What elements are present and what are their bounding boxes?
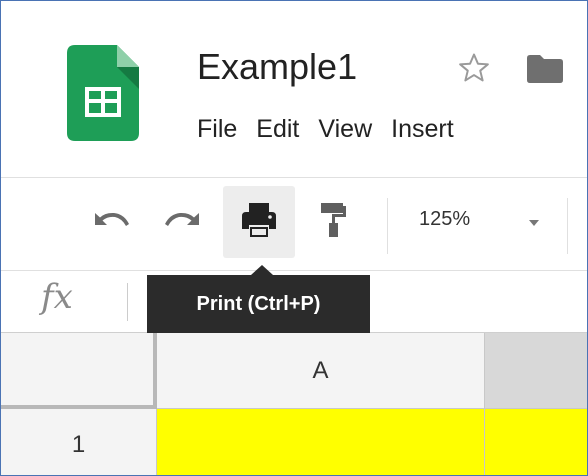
menu-item-edit[interactable]: Edit bbox=[256, 109, 299, 149]
tooltip-arrow bbox=[251, 265, 273, 275]
undo-icon bbox=[91, 205, 131, 240]
folder-icon[interactable] bbox=[527, 55, 563, 83]
dropdown-arrow-icon[interactable] bbox=[529, 220, 539, 226]
document-title[interactable]: Example1 bbox=[197, 45, 357, 89]
row-header-1[interactable]: 1 bbox=[1, 409, 157, 475]
menu-item-file[interactable]: File bbox=[197, 109, 237, 149]
menu-item-insert[interactable]: Insert bbox=[391, 109, 454, 149]
toolbar-separator bbox=[387, 198, 388, 254]
print-tooltip: Print (Ctrl+P) bbox=[147, 265, 370, 333]
paint-format-icon bbox=[318, 201, 348, 244]
zoom-select[interactable]: 125% bbox=[419, 208, 470, 231]
column-header-a[interactable]: A bbox=[157, 333, 485, 409]
app-window: Example1 File Edit View Insert 125% fx A… bbox=[0, 0, 588, 476]
star-icon[interactable] bbox=[457, 51, 491, 85]
menu-item-view[interactable]: View bbox=[318, 109, 372, 149]
toolbar: 125% bbox=[1, 178, 587, 270]
redo-icon bbox=[163, 205, 203, 240]
select-all-corner[interactable] bbox=[1, 333, 157, 409]
cell-b1[interactable] bbox=[485, 409, 587, 475]
sheets-logo-icon[interactable] bbox=[67, 45, 139, 141]
fx-icon: fx bbox=[41, 277, 73, 317]
paint-format-button[interactable] bbox=[297, 186, 369, 258]
print-button[interactable] bbox=[223, 186, 295, 258]
tooltip-text: Print (Ctrl+P) bbox=[147, 275, 370, 333]
redo-button[interactable] bbox=[147, 186, 219, 258]
print-icon bbox=[240, 201, 278, 244]
menu-bar: File Edit View Insert bbox=[197, 109, 473, 149]
formula-bar-separator bbox=[127, 283, 128, 321]
column-header-b[interactable] bbox=[485, 333, 587, 409]
toolbar-separator bbox=[567, 198, 568, 254]
cell-a1[interactable] bbox=[157, 409, 485, 475]
undo-button[interactable] bbox=[75, 186, 147, 258]
